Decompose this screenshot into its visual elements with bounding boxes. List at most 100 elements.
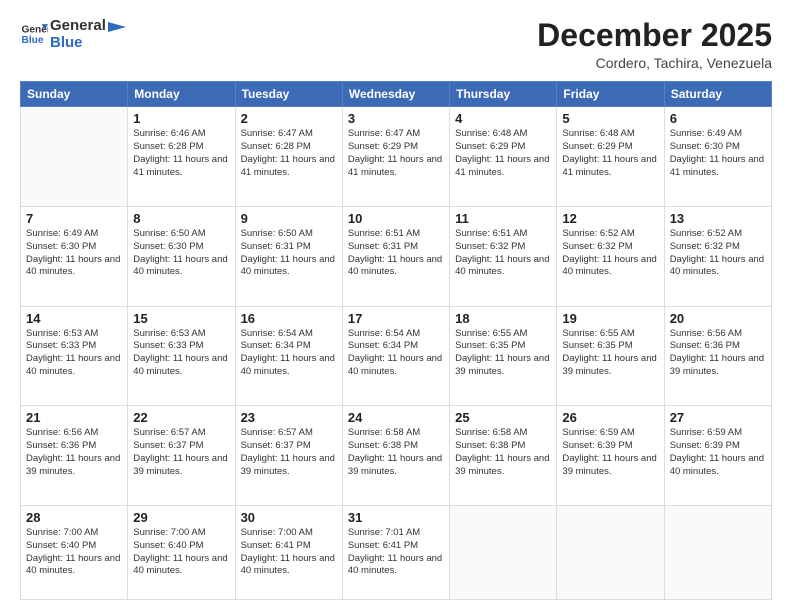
day-cell: 15 Sunrise: 6:53 AM Sunset: 6:33 PM Dayli… xyxy=(128,306,235,406)
day-number: 21 xyxy=(26,410,122,425)
day-number: 2 xyxy=(241,111,337,126)
day-number: 31 xyxy=(348,510,444,525)
month-title: December 2025 xyxy=(537,18,772,53)
generalblue-icon: General Blue xyxy=(20,21,48,49)
logo-general-text: General xyxy=(50,18,106,35)
day-number: 1 xyxy=(133,111,229,126)
title-block: December 2025 Cordero, Tachira, Venezuel… xyxy=(537,18,772,71)
day-cell: 23Sunrise: 6:57 AM Sunset: 6:37 PM Dayli… xyxy=(235,406,342,506)
day-info: Sunrise: 7:00 AM Sunset: 6:40 PM Dayligh… xyxy=(26,527,122,578)
day-cell: 19 Sunrise: 6:55 AM Sunset: 6:35 PM Dayli… xyxy=(557,306,664,406)
day-cell xyxy=(664,506,771,600)
day-number: 14 xyxy=(26,311,122,326)
day-number: 9 xyxy=(241,211,337,226)
day-number: 10 xyxy=(348,211,444,226)
day-info: Sunrise: 6:54 AM Sunset: 6:34 PM Dayligh… xyxy=(241,328,337,379)
svg-text:Blue: Blue xyxy=(22,34,44,45)
day-number: 25 xyxy=(455,410,551,425)
day-cell: 5Sunrise: 6:48 AM Sunset: 6:29 PM Daylig… xyxy=(557,107,664,207)
day-info: Sunrise: 6:58 AM Sunset: 6:38 PM Dayligh… xyxy=(455,427,551,478)
day-info: Sunrise: 6:47 AM Sunset: 6:28 PM Dayligh… xyxy=(241,128,337,179)
day-info: Sunrise: 6:56 AM Sunset: 6:36 PM Dayligh… xyxy=(670,328,766,379)
header-friday: Friday xyxy=(557,82,664,107)
logo: General Blue General Blue xyxy=(20,18,126,51)
day-info: Sunrise: 6:50 AM Sunset: 6:30 PM Dayligh… xyxy=(133,228,229,279)
page: General Blue General Blue December 2025 … xyxy=(0,0,792,612)
day-info: Sunrise: 6:57 AM Sunset: 6:37 PM Dayligh… xyxy=(133,427,229,478)
day-number: 15 xyxy=(133,311,229,326)
day-info: Sunrise: 6:59 AM Sunset: 6:39 PM Dayligh… xyxy=(562,427,658,478)
week-row-4: 21Sunrise: 6:56 AM Sunset: 6:36 PM Dayli… xyxy=(21,406,772,506)
day-number: 26 xyxy=(562,410,658,425)
header-monday: Monday xyxy=(128,82,235,107)
day-info: Sunrise: 6:52 AM Sunset: 6:32 PM Dayligh… xyxy=(562,228,658,279)
day-info: Sunrise: 6:48 AM Sunset: 6:29 PM Dayligh… xyxy=(455,128,551,179)
day-number: 3 xyxy=(348,111,444,126)
day-cell: 12 Sunrise: 6:52 AM Sunset: 6:32 PM Dayli… xyxy=(557,206,664,306)
header-tuesday: Tuesday xyxy=(235,82,342,107)
header: General Blue General Blue December 2025 … xyxy=(20,18,772,71)
day-cell: 28 Sunrise: 7:00 AM Sunset: 6:40 PM Dayli… xyxy=(21,506,128,600)
day-cell: 30Sunrise: 7:00 AM Sunset: 6:41 PM Dayli… xyxy=(235,506,342,600)
day-cell: 7 Sunrise: 6:49 AM Sunset: 6:30 PM Daylig… xyxy=(21,206,128,306)
day-cell: 9Sunrise: 6:50 AM Sunset: 6:31 PM Daylig… xyxy=(235,206,342,306)
day-number: 22 xyxy=(133,410,229,425)
day-cell: 1 Sunrise: 6:46 AM Sunset: 6:28 PM Daylig… xyxy=(128,107,235,207)
header-saturday: Saturday xyxy=(664,82,771,107)
day-cell: 24Sunrise: 6:58 AM Sunset: 6:38 PM Dayli… xyxy=(342,406,449,506)
day-number: 30 xyxy=(241,510,337,525)
day-info: Sunrise: 6:58 AM Sunset: 6:38 PM Dayligh… xyxy=(348,427,444,478)
day-cell: 2 Sunrise: 6:47 AM Sunset: 6:28 PM Daylig… xyxy=(235,107,342,207)
week-row-5: 28 Sunrise: 7:00 AM Sunset: 6:40 PM Dayli… xyxy=(21,506,772,600)
week-row-1: 1 Sunrise: 6:46 AM Sunset: 6:28 PM Daylig… xyxy=(21,107,772,207)
day-info: Sunrise: 6:55 AM Sunset: 6:35 PM Dayligh… xyxy=(562,328,658,379)
week-row-2: 7 Sunrise: 6:49 AM Sunset: 6:30 PM Daylig… xyxy=(21,206,772,306)
day-number: 20 xyxy=(670,311,766,326)
day-info: Sunrise: 6:54 AM Sunset: 6:34 PM Dayligh… xyxy=(348,328,444,379)
day-info: Sunrise: 6:51 AM Sunset: 6:32 PM Dayligh… xyxy=(455,228,551,279)
day-number: 6 xyxy=(670,111,766,126)
day-number: 13 xyxy=(670,211,766,226)
day-number: 27 xyxy=(670,410,766,425)
location: Cordero, Tachira, Venezuela xyxy=(537,55,772,71)
day-cell: 10 Sunrise: 6:51 AM Sunset: 6:31 PM Dayli… xyxy=(342,206,449,306)
day-info: Sunrise: 6:49 AM Sunset: 6:30 PM Dayligh… xyxy=(26,228,122,279)
day-info: Sunrise: 7:01 AM Sunset: 6:41 PM Dayligh… xyxy=(348,527,444,578)
day-number: 19 xyxy=(562,311,658,326)
day-info: Sunrise: 6:53 AM Sunset: 6:33 PM Dayligh… xyxy=(133,328,229,379)
day-cell: 16 Sunrise: 6:54 AM Sunset: 6:34 PM Dayli… xyxy=(235,306,342,406)
day-cell: 26 Sunrise: 6:59 AM Sunset: 6:39 PM Dayli… xyxy=(557,406,664,506)
day-number: 4 xyxy=(455,111,551,126)
day-number: 12 xyxy=(562,211,658,226)
day-info: Sunrise: 6:49 AM Sunset: 6:30 PM Dayligh… xyxy=(670,128,766,179)
weekday-header-row: Sunday Monday Tuesday Wednesday Thursday… xyxy=(21,82,772,107)
day-number: 23 xyxy=(241,410,337,425)
day-info: Sunrise: 7:00 AM Sunset: 6:40 PM Dayligh… xyxy=(133,527,229,578)
day-cell: 11 Sunrise: 6:51 AM Sunset: 6:32 PM Dayli… xyxy=(450,206,557,306)
day-cell: 27 Sunrise: 6:59 AM Sunset: 6:39 PM Dayli… xyxy=(664,406,771,506)
day-cell: 4 Sunrise: 6:48 AM Sunset: 6:29 PM Daylig… xyxy=(450,107,557,207)
day-info: Sunrise: 6:55 AM Sunset: 6:35 PM Dayligh… xyxy=(455,328,551,379)
day-cell: 20 Sunrise: 6:56 AM Sunset: 6:36 PM Dayli… xyxy=(664,306,771,406)
header-wednesday: Wednesday xyxy=(342,82,449,107)
day-cell: 6 Sunrise: 6:49 AM Sunset: 6:30 PM Daylig… xyxy=(664,107,771,207)
day-number: 7 xyxy=(26,211,122,226)
day-cell xyxy=(450,506,557,600)
day-number: 28 xyxy=(26,510,122,525)
day-number: 16 xyxy=(241,311,337,326)
day-cell: 21Sunrise: 6:56 AM Sunset: 6:36 PM Dayli… xyxy=(21,406,128,506)
header-sunday: Sunday xyxy=(21,82,128,107)
day-number: 5 xyxy=(562,111,658,126)
day-cell: 13Sunrise: 6:52 AM Sunset: 6:32 PM Dayli… xyxy=(664,206,771,306)
day-number: 29 xyxy=(133,510,229,525)
day-info: Sunrise: 6:51 AM Sunset: 6:31 PM Dayligh… xyxy=(348,228,444,279)
day-number: 17 xyxy=(348,311,444,326)
header-thursday: Thursday xyxy=(450,82,557,107)
day-info: Sunrise: 6:46 AM Sunset: 6:28 PM Dayligh… xyxy=(133,128,229,179)
day-info: Sunrise: 6:53 AM Sunset: 6:33 PM Dayligh… xyxy=(26,328,122,379)
day-number: 11 xyxy=(455,211,551,226)
day-cell xyxy=(557,506,664,600)
logo-blue-text: Blue xyxy=(50,35,106,52)
day-info: Sunrise: 6:59 AM Sunset: 6:39 PM Dayligh… xyxy=(670,427,766,478)
day-number: 18 xyxy=(455,311,551,326)
